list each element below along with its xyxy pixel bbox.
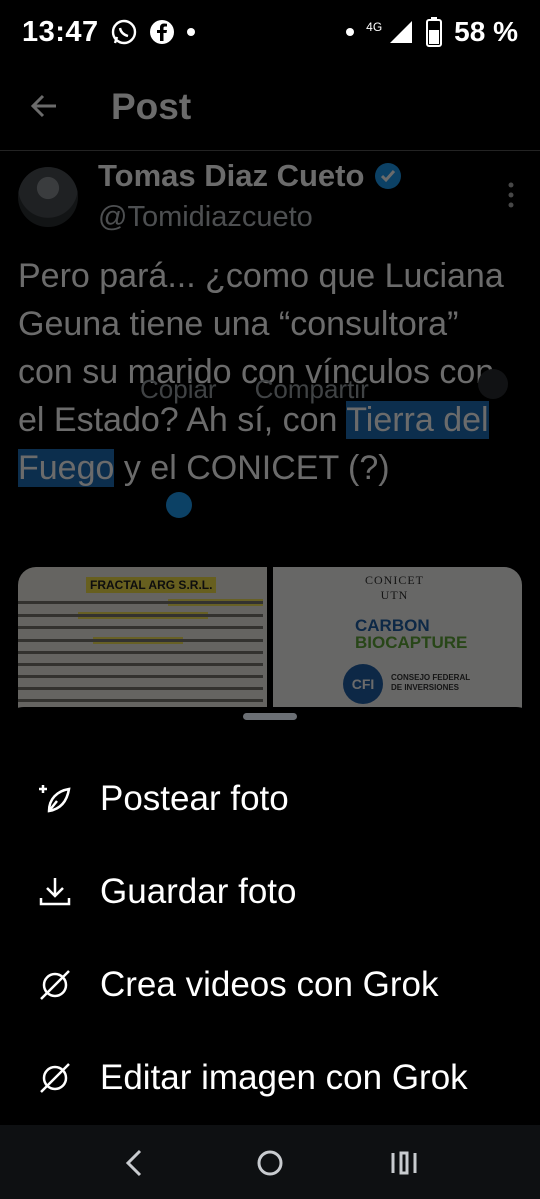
bottom-sheet: Postear foto Guardar foto Crea videos co… bbox=[0, 707, 540, 1125]
download-icon bbox=[39, 878, 71, 906]
copy-button[interactable]: Copiar bbox=[140, 374, 217, 405]
cfi-text: CONSEJO FEDERAL DE INVERSIONES bbox=[391, 673, 470, 693]
post-text-after: y el CONICET (?) bbox=[114, 449, 390, 487]
share-button[interactable]: Compartir bbox=[255, 374, 369, 405]
post-photo-label: Postear foto bbox=[100, 779, 289, 818]
verified-badge-icon bbox=[375, 163, 402, 189]
post-photo-icon bbox=[39, 785, 71, 813]
cfi-line2: DE INVERSIONES bbox=[391, 683, 460, 692]
document-line bbox=[18, 614, 263, 617]
cfi-logo: CFI bbox=[343, 664, 383, 704]
header-divider bbox=[0, 150, 540, 151]
conicet-header: CONICET UTN bbox=[365, 573, 424, 603]
battery-icon bbox=[426, 17, 443, 47]
document-line bbox=[18, 675, 263, 678]
post-text[interactable]: Pero pará... ¿como que Luciana Geuna tie… bbox=[18, 252, 522, 492]
cfi-line1: CONSEJO FEDERAL bbox=[391, 673, 471, 682]
document-line bbox=[18, 626, 263, 629]
system-nav-bar bbox=[0, 1125, 540, 1199]
post-view: Post Tomas Diaz Cueto @Tomidiazcueto Per… bbox=[0, 64, 540, 714]
top-bar: Post bbox=[0, 82, 540, 132]
grok-video-option[interactable]: Crea videos con Grok bbox=[0, 950, 540, 1020]
status-time: 13:47 bbox=[22, 15, 99, 48]
more-options-icon[interactable] bbox=[508, 182, 514, 208]
battery-percent: 58 % bbox=[454, 16, 518, 47]
page-title: Post bbox=[111, 86, 192, 127]
conicet-line2: UTN bbox=[380, 588, 409, 602]
logos-image[interactable]: CONICET UTN CARBON BIOCAPTURE CFI CONSEJ… bbox=[273, 567, 522, 714]
network-type: 4G bbox=[366, 20, 383, 34]
grok-video-label: Crea videos con Grok bbox=[100, 965, 439, 1004]
post-media[interactable]: FRACTAL ARG S.R.L. CONICET UTN CARBON BI… bbox=[18, 567, 522, 714]
whatsapp-icon bbox=[111, 19, 136, 45]
carbon-biocapture-logo: CARBON BIOCAPTURE bbox=[355, 617, 467, 651]
carbon-line1: CARBON bbox=[355, 616, 430, 635]
document-line bbox=[18, 651, 263, 654]
grok-edit-label: Editar imagen con Grok bbox=[100, 1058, 468, 1097]
carbon-line2: BIOCAPTURE bbox=[355, 633, 468, 652]
grok-edit-option[interactable]: Editar imagen con Grok bbox=[0, 1043, 540, 1113]
nav-back-icon[interactable] bbox=[118, 1145, 154, 1181]
sheet-grabber[interactable] bbox=[243, 713, 297, 720]
selection-handle[interactable] bbox=[166, 492, 192, 518]
post-photo-option[interactable]: Postear foto bbox=[0, 764, 540, 834]
status-bar: 13:47 4G 58 % bbox=[0, 0, 540, 64]
nav-recents-icon[interactable] bbox=[386, 1145, 422, 1181]
save-photo-option[interactable]: Guardar foto bbox=[0, 857, 540, 927]
document-line bbox=[18, 663, 263, 666]
selection-more-icon[interactable] bbox=[478, 369, 508, 399]
author-handle[interactable]: @Tomidiazcueto bbox=[98, 201, 313, 234]
conicet-line1: CONICET bbox=[365, 573, 424, 587]
author-name: Tomas Diaz Cueto bbox=[98, 158, 365, 193]
notification-dot-icon bbox=[186, 28, 195, 36]
document-line bbox=[18, 699, 263, 702]
signal-icon bbox=[390, 21, 413, 43]
document-line bbox=[18, 601, 263, 604]
save-photo-label: Guardar foto bbox=[100, 872, 297, 911]
dot-icon bbox=[346, 28, 355, 36]
grok-icon bbox=[40, 1063, 70, 1093]
back-arrow-icon[interactable] bbox=[28, 90, 60, 122]
author-name-row[interactable]: Tomas Diaz Cueto bbox=[98, 158, 402, 194]
document-image[interactable]: FRACTAL ARG S.R.L. bbox=[18, 567, 267, 714]
document-title: FRACTAL ARG S.R.L. bbox=[86, 577, 217, 593]
nav-home-icon[interactable] bbox=[252, 1145, 288, 1181]
document-line bbox=[18, 639, 263, 642]
avatar[interactable] bbox=[18, 167, 78, 227]
facebook-icon bbox=[149, 20, 174, 44]
text-selection-menu: Copiar Compartir bbox=[140, 374, 369, 405]
grok-icon bbox=[40, 970, 70, 1000]
document-line bbox=[18, 687, 263, 690]
